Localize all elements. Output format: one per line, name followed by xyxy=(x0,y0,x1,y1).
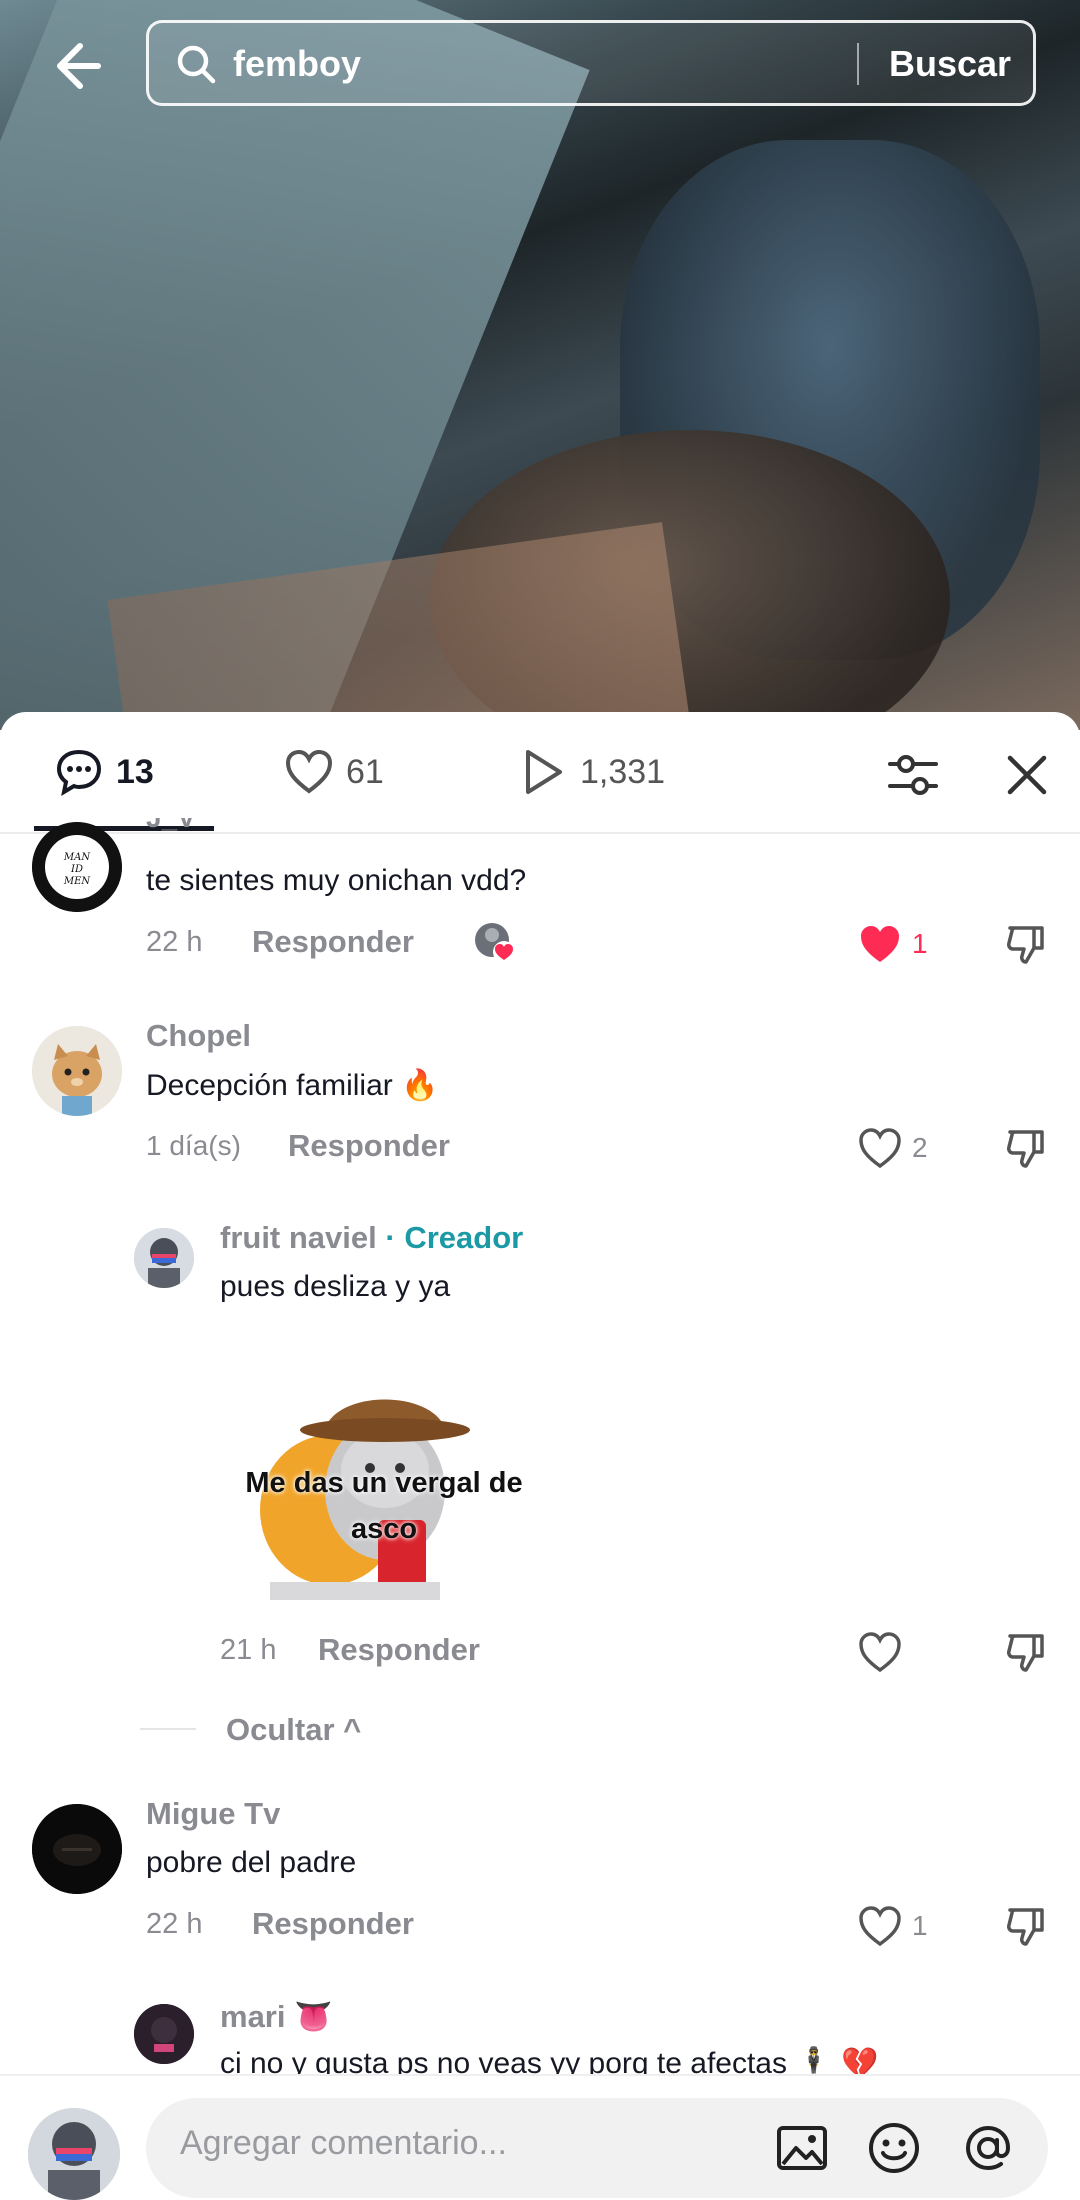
tab-comments[interactable]: 13 xyxy=(54,742,154,802)
heart-icon xyxy=(859,1632,901,1673)
heart-icon xyxy=(859,1906,901,1947)
comment-input-placeholder: Agregar comentario... xyxy=(180,2124,507,2162)
comment-username[interactable]: mari 👅 xyxy=(220,1998,333,2035)
heart-icon xyxy=(859,1128,901,1169)
search-bar[interactable]: femboy Buscar xyxy=(146,20,1036,106)
svg-text:MAN: MAN xyxy=(63,852,91,863)
comment-like-count: 1 xyxy=(912,1910,928,1941)
comment-text: pobre del padre xyxy=(146,1846,357,1879)
comment-input[interactable]: Agregar comentario... xyxy=(146,2098,1048,2198)
emoji-icon[interactable] xyxy=(866,2120,922,2176)
like-button[interactable]: 1 xyxy=(858,922,928,966)
comment-sticker-image[interactable]: Me das un vergal de asco xyxy=(245,1360,523,1620)
like-count: 61 xyxy=(346,752,384,791)
dislike-icon[interactable] xyxy=(1004,922,1048,966)
comment-text: te sientes muy onichan vdd? xyxy=(146,864,527,897)
heart-icon xyxy=(285,749,333,794)
play-count: 1,331 xyxy=(580,752,666,791)
reply-button[interactable]: Responder xyxy=(252,1906,414,1942)
tab-likes[interactable]: 61 xyxy=(284,742,384,802)
comment-count: 13 xyxy=(116,752,154,791)
avatar[interactable] xyxy=(32,1026,122,1116)
play-icon xyxy=(526,750,562,794)
svg-text:ID: ID xyxy=(70,864,83,875)
comment-text: ci no y gusta ps no veas yy porq te afec… xyxy=(220,2047,879,2074)
comment-like-count: 2 xyxy=(912,1132,928,1163)
search-icon xyxy=(175,43,217,85)
dislike-icon[interactable] xyxy=(1004,1904,1048,1948)
creator-liked-badge xyxy=(472,920,518,966)
comment-time: 1 día(s) xyxy=(146,1130,241,1161)
tab-plays[interactable]: 1,331 xyxy=(518,742,665,802)
search-divider xyxy=(857,43,859,85)
heart-filled-icon xyxy=(861,926,899,962)
comment-time: 22 h xyxy=(146,926,203,958)
dislike-icon[interactable] xyxy=(1004,1126,1048,1170)
stats-bar: 13 61 1,331 xyxy=(0,712,1080,834)
mention-icon[interactable] xyxy=(960,2120,1016,2176)
hide-replies-button[interactable]: Ocultar ^ xyxy=(226,1712,361,1748)
comment-input-bar: Agregar comentario... xyxy=(0,2074,1080,2200)
comment-username[interactable]: fruit naviel · Creador xyxy=(220,1220,523,1256)
creator-label: · Creador xyxy=(385,1220,524,1255)
like-button[interactable]: 2 xyxy=(858,1126,928,1170)
divider xyxy=(140,1728,196,1730)
comment-time: 21 h xyxy=(220,1634,277,1666)
avatar[interactable] xyxy=(32,1804,122,1894)
comment-text: pues desliza y ya xyxy=(220,1270,451,1303)
search-input[interactable]: femboy xyxy=(233,41,361,87)
avatar[interactable] xyxy=(134,1228,194,1288)
reply-button[interactable]: Responder xyxy=(288,1128,450,1164)
comment-username[interactable]: Chopel xyxy=(146,1018,251,1054)
comment-text: Decepción familiar 🔥 xyxy=(146,1069,439,1102)
search-button[interactable]: Buscar xyxy=(889,41,1011,87)
comment-like-count: 1 xyxy=(912,928,928,959)
back-arrow-icon[interactable] xyxy=(46,36,106,96)
my-avatar[interactable] xyxy=(28,2108,120,2200)
reply-button[interactable]: Responder xyxy=(252,924,414,960)
reply-button[interactable]: Responder xyxy=(318,1632,480,1668)
video-background[interactable] xyxy=(0,0,1080,730)
like-button[interactable]: 1 xyxy=(858,1904,928,1948)
sticker-caption: Me das un vergal de asco xyxy=(245,1467,523,1545)
dislike-icon[interactable] xyxy=(1004,1630,1048,1674)
avatar[interactable] xyxy=(134,2004,194,2064)
avatar[interactable]: MAN ID MEN xyxy=(32,822,122,912)
close-icon[interactable] xyxy=(1002,750,1052,800)
svg-text:MEN: MEN xyxy=(63,876,92,887)
image-icon[interactable] xyxy=(774,2120,830,2176)
comment-bubble-icon xyxy=(56,749,102,797)
comment-username[interactable]: Migue Tv xyxy=(146,1796,280,1832)
username-text[interactable]: fruit naviel xyxy=(220,1220,377,1255)
comment-username[interactable]: J_V xyxy=(146,818,196,832)
like-button[interactable] xyxy=(858,1630,912,1674)
comment-time: 22 h xyxy=(146,1908,203,1940)
filter-sliders-icon[interactable] xyxy=(886,748,940,802)
